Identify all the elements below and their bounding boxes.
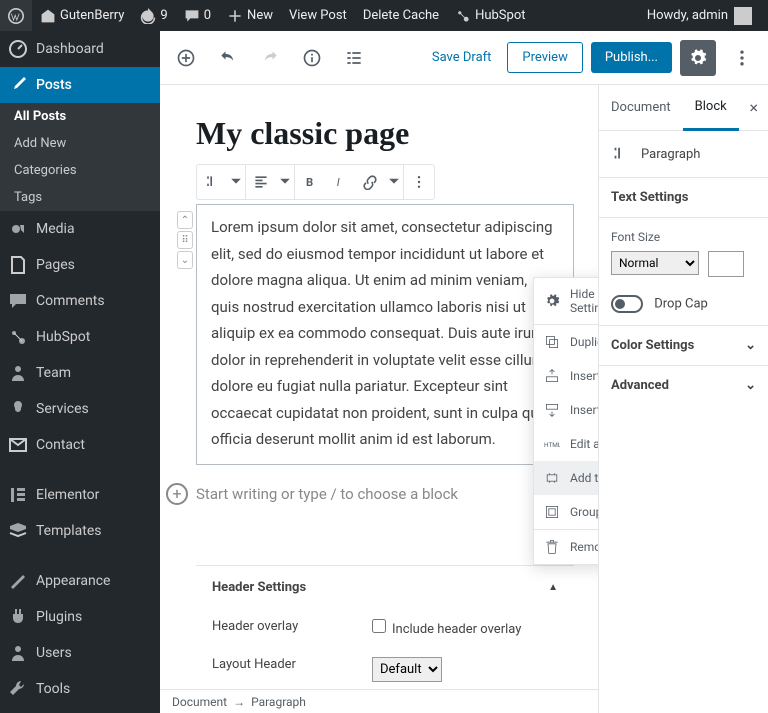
- undo-button[interactable]: [210, 40, 246, 76]
- move-down-button[interactable]: ⌄: [177, 251, 193, 269]
- close-sidebar-button[interactable]: ×: [739, 98, 768, 117]
- font-size-number[interactable]: [708, 251, 744, 277]
- admin-bar: GutenBerry 9 0 New View Post Delete Cach…: [0, 0, 768, 31]
- editor-canvas[interactable]: My classic page B I ⌃ ⠿: [160, 85, 598, 713]
- block-breadcrumb: Document → Paragraph: [160, 689, 598, 713]
- info-button[interactable]: [294, 40, 330, 76]
- crumb-paragraph[interactable]: Paragraph: [251, 695, 306, 709]
- outline-button[interactable]: [336, 40, 372, 76]
- editor-top-toolbar: Save Draft Preview Publish...: [160, 31, 768, 85]
- sidebar-plugins[interactable]: Plugins: [0, 599, 160, 635]
- text-settings-head: Text Settings: [599, 178, 768, 218]
- sidebar-media[interactable]: Media: [0, 211, 160, 247]
- tab-document[interactable]: Document: [599, 86, 683, 129]
- drop-cap-toggle[interactable]: [611, 295, 643, 313]
- layout-header-select[interactable]: Default: [372, 657, 442, 682]
- more-button[interactable]: [724, 40, 760, 76]
- settings-sidebar: Document Block × Paragraph Text Settings…: [598, 85, 768, 713]
- avatar: [734, 7, 752, 25]
- admin-sidebar: Dashboard Posts All Posts Add New Catego…: [0, 31, 160, 713]
- sidebar-dashboard[interactable]: Dashboard: [0, 31, 160, 67]
- new-link[interactable]: New: [219, 0, 281, 31]
- dd-insert-before[interactable]: Insert BeforeCtrl+Alt+T: [534, 359, 598, 393]
- font-size-select[interactable]: Normal: [611, 251, 699, 275]
- font-size-label: Font Size: [611, 230, 660, 244]
- italic-button[interactable]: I: [325, 165, 355, 199]
- header-settings-toggle[interactable]: Header Settings▲: [196, 566, 574, 609]
- view-post-link[interactable]: View Post: [281, 0, 355, 31]
- block-type-indicator: Paragraph: [599, 131, 768, 178]
- align-button[interactable]: [246, 165, 276, 199]
- save-draft-button[interactable]: Save Draft: [424, 50, 500, 65]
- dd-duplicate[interactable]: DuplicateCtrl+Shift+D: [534, 325, 598, 359]
- publish-button[interactable]: Publish...: [591, 42, 672, 73]
- dd-hide-settings[interactable]: Hide Block SettingsCtrl+Shift+,: [534, 278, 598, 324]
- advanced-head[interactable]: Advanced⌄: [599, 366, 768, 405]
- tab-block[interactable]: Block: [683, 85, 739, 131]
- post-title[interactable]: My classic page: [196, 115, 574, 152]
- dd-group[interactable]: Group: [534, 495, 598, 529]
- add-block-button[interactable]: [168, 40, 204, 76]
- move-up-button[interactable]: ⌃: [177, 211, 193, 229]
- sidebar-pages[interactable]: Pages: [0, 247, 160, 283]
- sidebar-appearance[interactable]: Appearance: [0, 563, 160, 599]
- paragraph-icon: [611, 145, 629, 163]
- block-toolbar: B I: [196, 164, 435, 200]
- appender-placeholder: Start writing or type / to choose a bloc…: [196, 485, 458, 503]
- svg-text:I: I: [337, 176, 340, 189]
- hubspot-link[interactable]: HubSpot: [447, 0, 533, 31]
- appender-row[interactable]: + Start writing or type / to choose a bl…: [196, 483, 574, 505]
- sidebar-categories[interactable]: Categories: [0, 157, 160, 184]
- sidebar-posts[interactable]: Posts: [0, 67, 160, 103]
- dd-edit-html[interactable]: HTMLEdit as HTML: [534, 427, 598, 461]
- paragraph-text: Lorem ipsum dolor sit amet, consectetur …: [211, 218, 553, 448]
- align-dropdown[interactable]: [276, 165, 294, 199]
- dd-add-reusable[interactable]: Add to Reusable Blocks: [534, 461, 598, 495]
- layout-header-label: Layout Header: [212, 657, 372, 672]
- header-overlay-checkbox-label[interactable]: Include header overlay: [372, 622, 521, 637]
- block-more-button[interactable]: [404, 165, 434, 199]
- sidebar-elementor[interactable]: Elementor: [0, 477, 160, 513]
- howdy-link[interactable]: Howdy, admin: [639, 0, 760, 31]
- plus-icon[interactable]: +: [166, 483, 188, 505]
- comments-link[interactable]: 0: [176, 0, 219, 31]
- sidebar-users[interactable]: Users: [0, 635, 160, 671]
- sidebar-team[interactable]: Team: [0, 355, 160, 391]
- block-movers: ⌃ ⠿ ⌄: [177, 211, 193, 271]
- editor-main: Save Draft Preview Publish... My classic…: [160, 31, 768, 713]
- redo-button[interactable]: [252, 40, 288, 76]
- block-type-button[interactable]: [197, 165, 227, 199]
- wp-logo[interactable]: [0, 0, 32, 31]
- drag-handle[interactable]: ⠿: [177, 231, 193, 249]
- svg-text:B: B: [306, 176, 313, 189]
- header-overlay-checkbox[interactable]: [372, 619, 386, 633]
- drop-cap-label: Drop Cap: [654, 296, 708, 311]
- sidebar-contact[interactable]: Contact: [0, 427, 160, 463]
- crumb-document[interactable]: Document: [172, 695, 227, 709]
- header-overlay-label: Header overlay: [212, 619, 372, 634]
- dd-remove[interactable]: Remove BlockShift+Alt+Z: [534, 530, 598, 564]
- sidebar-tags[interactable]: Tags: [0, 184, 160, 211]
- svg-text:HTML: HTML: [544, 441, 560, 449]
- paragraph-block[interactable]: ⌃ ⠿ ⌄ Lorem ipsum dolor sit amet, consec…: [196, 204, 574, 465]
- updates-link[interactable]: 9: [132, 0, 175, 31]
- bold-button[interactable]: B: [295, 165, 325, 199]
- sidebar-comments[interactable]: Comments: [0, 283, 160, 319]
- sidebar-hubspot[interactable]: HubSpot: [0, 319, 160, 355]
- sidebar-services[interactable]: Services: [0, 391, 160, 427]
- block-options-dropdown: Hide Block SettingsCtrl+Shift+, Duplicat…: [533, 277, 598, 565]
- sidebar-add-new[interactable]: Add New: [0, 130, 160, 157]
- preview-button[interactable]: Preview: [507, 42, 582, 73]
- delete-cache-link[interactable]: Delete Cache: [355, 0, 447, 31]
- sidebar-all-posts[interactable]: All Posts: [0, 103, 160, 130]
- sidebar-tools[interactable]: Tools: [0, 671, 160, 707]
- site-link[interactable]: GutenBerry: [32, 0, 132, 31]
- color-settings-head[interactable]: Color Settings⌄: [599, 326, 768, 366]
- settings-button[interactable]: [680, 40, 716, 76]
- link-button[interactable]: [355, 165, 385, 199]
- sidebar-templates[interactable]: Templates: [0, 513, 160, 549]
- block-type-dropdown[interactable]: [227, 165, 245, 199]
- format-dropdown[interactable]: [385, 165, 403, 199]
- dd-insert-after[interactable]: Insert AfterCtrl+Alt+Y: [534, 393, 598, 427]
